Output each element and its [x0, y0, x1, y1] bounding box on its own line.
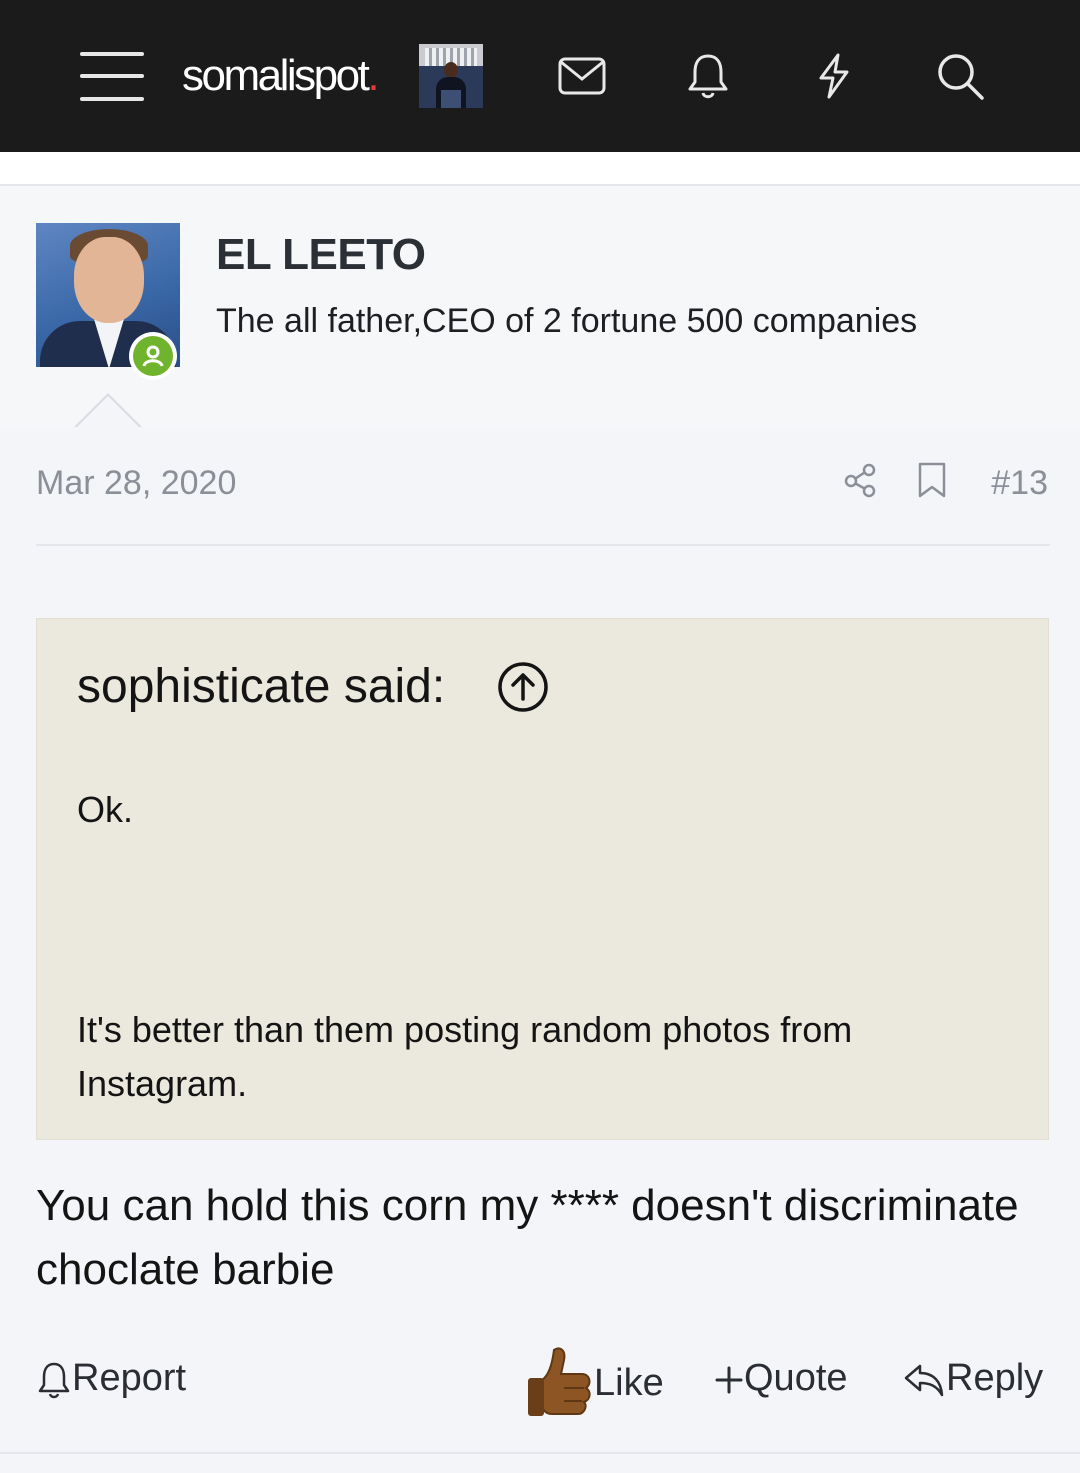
post-actions-bar: Report Like Quote Reply — [0, 1347, 1080, 1448]
post-author-block: EL LEETO The all father,CEO of 2 fortune… — [0, 184, 1080, 430]
quote-attribution[interactable]: sophisticate said: — [77, 659, 445, 714]
menu-icon[interactable] — [80, 52, 144, 102]
author-user-title: The all father,CEO of 2 fortune 500 comp… — [216, 302, 918, 340]
report-label: Report — [72, 1357, 187, 1399]
share-icon[interactable] — [840, 460, 880, 500]
arrow-up-circle-icon[interactable] — [497, 661, 549, 713]
envelope-icon[interactable] — [556, 50, 608, 102]
post-number[interactable]: #13 — [991, 464, 1048, 503]
site-logo[interactable]: somalispot. — [182, 48, 380, 104]
search-icon[interactable] — [934, 50, 986, 102]
quote-button[interactable]: Quote — [714, 1348, 848, 1408]
meta-divider — [36, 544, 1050, 546]
post-date[interactable]: Mar 28, 2020 — [36, 464, 236, 503]
lightning-icon[interactable] — [808, 50, 860, 102]
like-button[interactable]: Like — [524, 1347, 664, 1416]
current-user-avatar[interactable] — [419, 44, 483, 108]
quote-text-line: It's better than them posting random pho… — [77, 1009, 853, 1104]
plus-icon — [715, 1366, 743, 1394]
bell-icon — [38, 1362, 70, 1399]
reply-label: Reply — [946, 1357, 1044, 1399]
bell-icon[interactable] — [682, 50, 734, 102]
post-container: Mar 28, 2020 #13 sophisticate said: Ok. … — [0, 428, 1080, 1473]
author-username[interactable]: EL LEETO — [216, 230, 426, 280]
quote-block: sophisticate said: Ok. It's better than … — [36, 618, 1049, 1140]
report-button[interactable]: Report — [36, 1348, 186, 1408]
like-label: Like — [594, 1362, 664, 1405]
reply-button[interactable]: Reply — [902, 1348, 1043, 1408]
author-pointer-arrow — [74, 393, 142, 428]
reply-arrow-icon — [904, 1364, 944, 1397]
quote-label: Quote — [744, 1357, 848, 1399]
quote-text-line: Ok. — [77, 789, 134, 830]
post-message: You can hold this corn my **** doesn't d… — [36, 1181, 1019, 1294]
post-bottom-divider — [0, 1452, 1080, 1454]
bookmark-icon[interactable] — [912, 460, 952, 500]
user-online-icon — [129, 332, 177, 380]
top-navigation-bar: somalispot. — [0, 0, 1080, 152]
thumbs-up-icon — [524, 1344, 594, 1418]
